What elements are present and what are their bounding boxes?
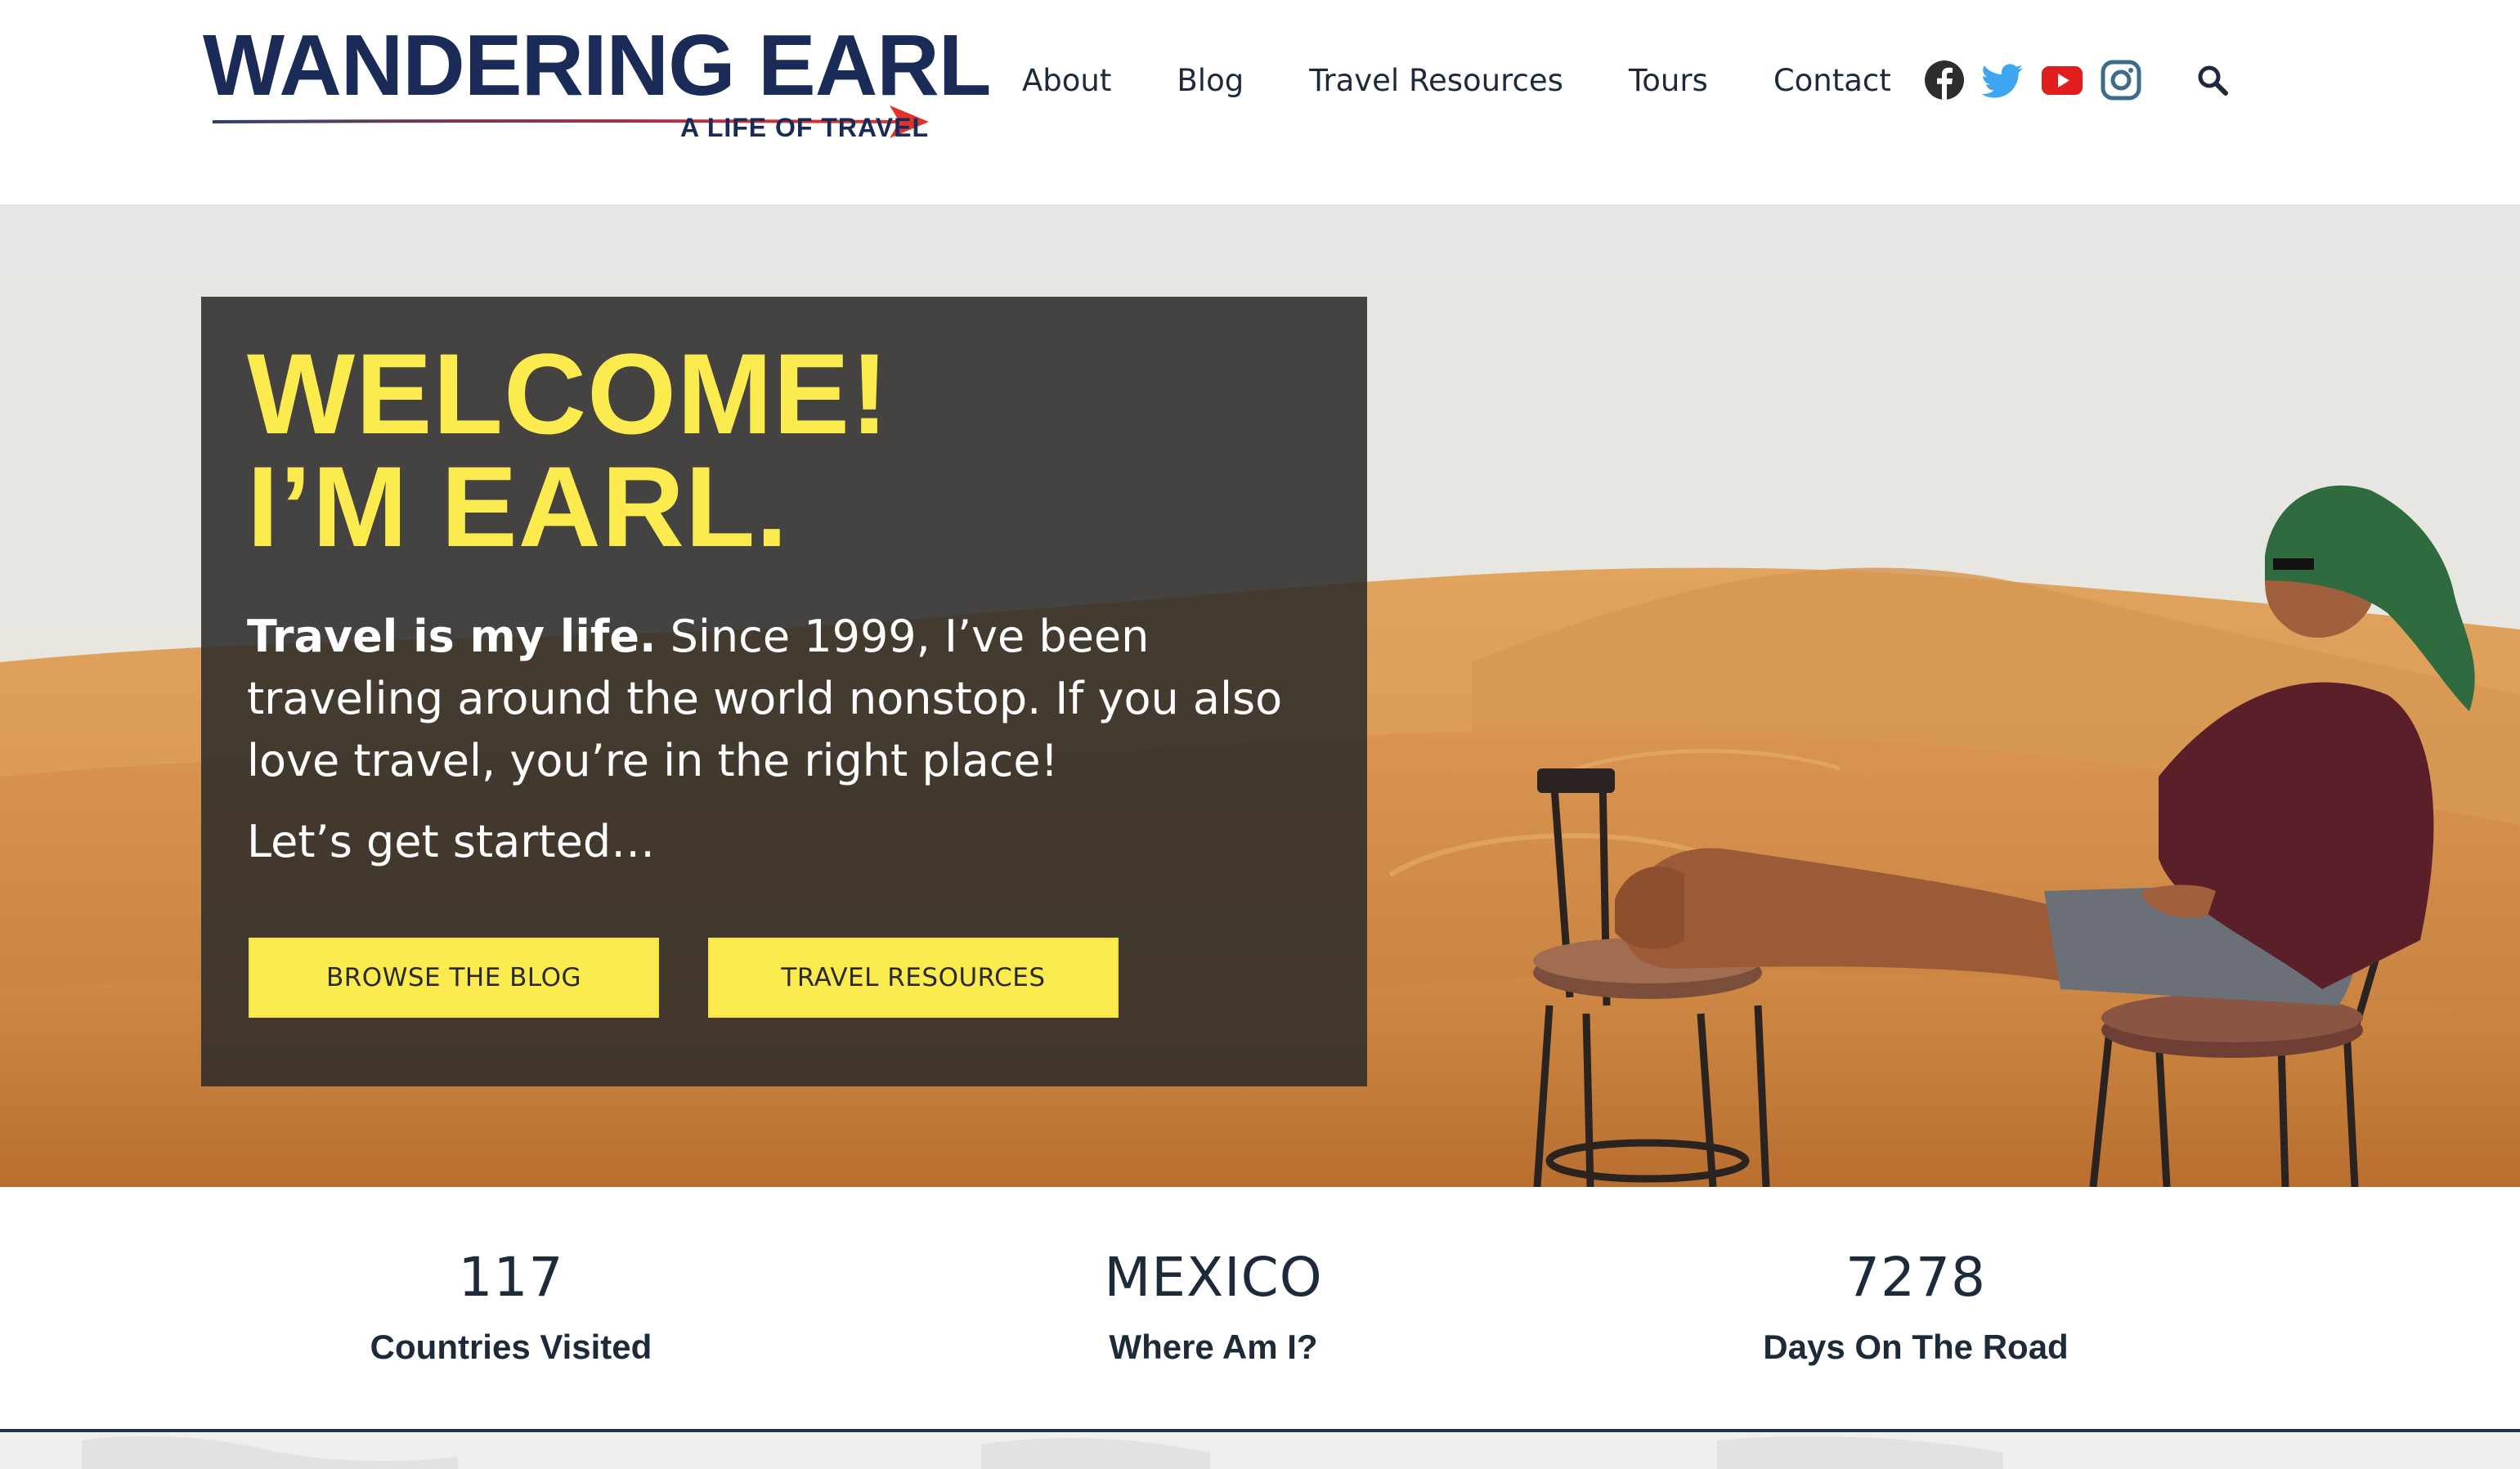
youtube-icon[interactable] <box>2041 59 2083 101</box>
social-links <box>1923 59 2142 101</box>
hero-banner: WELCOME! I’M EARL. Travel is my life. Si… <box>0 204 2520 1187</box>
instagram-icon[interactable] <box>2100 59 2142 101</box>
stat-days-on-road: 7278 Days On The Road <box>1630 1251 2202 1367</box>
travel-resources-button[interactable]: TRAVEL RESOURCES <box>708 938 1119 1018</box>
hero-headline: WELCOME! I’M EARL. <box>247 337 890 564</box>
twitter-icon[interactable] <box>1982 59 2025 101</box>
world-map-strip <box>0 1432 2520 1469</box>
stat-countries-visited: 117 Countries Visited <box>225 1251 797 1367</box>
hero-intro: Travel is my life. Since 1999, I’ve been… <box>247 606 1310 792</box>
stats-bar: 117 Countries Visited MEXICO Where Am I?… <box>0 1187 2520 1431</box>
site-header: WANDERING EARL A LIFE OF TRAVEL About Bl… <box>0 0 2520 204</box>
cta-text: Let’s get started… <box>247 816 656 867</box>
facebook-icon[interactable] <box>1923 59 1966 101</box>
world-map-pattern-image <box>82 1435 2003 1469</box>
intro-bold-text: Travel is my life. <box>247 611 657 662</box>
logo-title: WANDERING EARL <box>203 17 992 114</box>
nav-travel-resources[interactable]: Travel Resources <box>1309 63 1563 98</box>
stat-label: Days On The Road <box>1763 1328 2069 1366</box>
main-nav: About Blog Travel Resources Tours Contac… <box>1022 54 1891 106</box>
nav-tours[interactable]: Tours <box>1629 63 1708 98</box>
site-logo[interactable]: WANDERING EARL A LIFE OF TRAVEL <box>203 18 992 149</box>
nav-contact[interactable]: Contact <box>1773 63 1891 98</box>
stat-value: 117 <box>458 1246 564 1309</box>
logo-subtitle: A LIFE OF TRAVEL <box>680 113 929 142</box>
stat-value: 7278 <box>1845 1246 1986 1309</box>
browse-blog-button[interactable]: BROWSE THE BLOG <box>249 938 659 1018</box>
stat-where-am-i: MEXICO Where Am I? <box>927 1251 1500 1367</box>
stat-label: Where Am I? <box>1109 1328 1318 1366</box>
headline-line-2: I’M EARL. <box>247 442 789 571</box>
headline-line-1: WELCOME! <box>247 329 890 458</box>
stat-label: Countries Visited <box>370 1328 652 1366</box>
welcome-panel: WELCOME! I’M EARL. Travel is my life. Si… <box>201 297 1367 1086</box>
stat-value: MEXICO <box>1104 1246 1323 1309</box>
search-icon[interactable] <box>2196 64 2229 96</box>
nav-about[interactable]: About <box>1022 63 1111 98</box>
nav-blog[interactable]: Blog <box>1177 63 1244 98</box>
